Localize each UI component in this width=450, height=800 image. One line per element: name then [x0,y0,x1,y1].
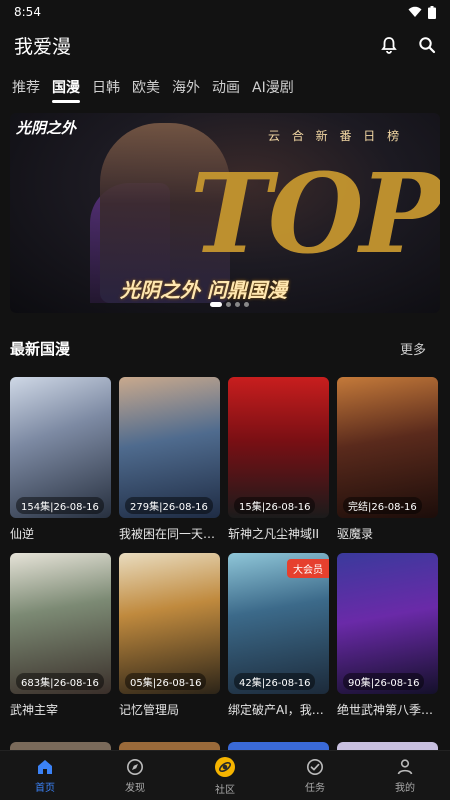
app-title: 我爱漫 [14,35,72,58]
nav-label: 发现 [125,782,145,794]
anime-card[interactable]: 154集|26-08-16 仙逆 [10,377,111,542]
episode-badge: 279集|26-08-16 [125,497,213,514]
nav-discover[interactable]: 发现 [105,758,165,794]
episode-badge: 15集|26-08-16 [234,497,316,514]
anime-card[interactable]: 05集|26-08-16 记忆管理局 [119,553,220,718]
anime-card[interactable]: 279集|26-08-16 我被困在同一天… [119,377,220,542]
nav-label: 任务 [305,782,325,794]
episode-badge: 683集|26-08-16 [16,673,104,690]
episode-badge: 05集|26-08-16 [125,673,207,690]
anime-grid: 154集|26-08-16 仙逆 279集|26-08-16 我被困在同一天… … [10,377,440,718]
nav-tasks[interactable]: 任务 [285,758,345,794]
card-title: 我被困在同一天… [119,527,216,541]
section-header: 最新国漫 更多 [10,338,440,359]
poster-image: 05集|26-08-16 [119,553,220,694]
poster-image: 15集|26-08-16 [228,377,329,518]
tab-guoman[interactable]: 国漫 [52,77,80,103]
poster-image: 90集|26-08-16 [337,553,438,694]
tab-japan-korea[interactable]: 日韩 [92,77,120,101]
anime-card[interactable]: 683集|26-08-16 武神主宰 [10,553,111,718]
status-bar: 8:54 [0,0,450,24]
poster-image: 完结|26-08-16 [337,377,438,518]
carousel-dot [244,302,249,307]
tab-overseas[interactable]: 海外 [172,77,200,101]
card-title: 绝世武神第八季… [337,703,434,717]
compass-icon [127,758,143,775]
banner-top1-text: TOP1 [190,149,440,278]
anime-card[interactable]: 90集|26-08-16 绝世武神第八季… [337,553,438,718]
tab-ai-drama[interactable]: AI漫剧 [252,77,294,101]
episode-badge: 完结|26-08-16 [343,497,422,514]
episode-badge: 154集|26-08-16 [16,497,104,514]
battery-icon [428,5,436,19]
banner-caption: 光阴之外 问鼎国漫 [120,278,287,302]
banner-rank-text: 云 合 新 番 日 榜 [268,129,404,143]
nav-community[interactable]: 社区 [195,756,255,796]
status-icons [408,5,436,19]
community-icon [215,756,235,777]
nav-label: 首页 [35,782,55,794]
section-title: 最新国漫 [10,340,71,358]
wifi-icon [408,6,422,17]
category-tabs: 推荐 国漫 日韩 欧美 海外 动画 AI漫剧 [0,74,450,104]
carousel-dot-active [210,302,222,307]
banner-carousel[interactable]: TOP1 光阴之外 云 合 新 番 日 榜 光阴之外 问鼎国漫 [10,113,440,313]
status-time: 8:54 [14,5,41,19]
home-icon [38,759,52,774]
carousel-dot [226,302,231,307]
card-title: 斩神之凡尘神域II [228,527,320,541]
task-check-icon [307,758,323,775]
carousel-dot [235,302,240,307]
nav-label: 我的 [395,782,415,794]
bottom-nav: 首页 发现 社区 任务 我的 [0,750,450,800]
carousel-indicator [210,302,249,307]
tab-western[interactable]: 欧美 [132,77,160,101]
anime-card[interactable]: 大会员 42集|26-08-16 绑定破产AI，我… [228,553,329,718]
episode-badge: 42集|26-08-16 [234,673,316,690]
poster-image: 154集|26-08-16 [10,377,111,518]
app-bar: 我爱漫 [0,24,450,66]
card-title: 武神主宰 [10,703,59,717]
more-link[interactable]: 更多 [400,339,440,358]
banner-corner-logo: 光阴之外 [16,119,77,137]
card-title: 记忆管理局 [119,703,180,717]
search-icon[interactable] [418,36,436,54]
nav-home[interactable]: 首页 [15,758,75,794]
tab-animation[interactable]: 动画 [212,77,240,101]
vip-tag: 大会员 [287,559,329,578]
card-title: 仙逆 [10,527,35,541]
tab-recommend[interactable]: 推荐 [12,77,40,101]
nav-profile[interactable]: 我的 [375,758,435,794]
poster-image: 279集|26-08-16 [119,377,220,518]
episode-badge: 90集|26-08-16 [343,673,425,690]
bell-icon[interactable] [380,36,398,54]
card-title: 绑定破产AI，我… [228,703,324,717]
anime-card[interactable]: 15集|26-08-16 斩神之凡尘神域II [228,377,329,542]
card-title: 驱魔录 [337,527,374,541]
anime-card[interactable]: 完结|26-08-16 驱魔录 [337,377,438,542]
user-icon [397,758,413,774]
app-actions [380,36,436,54]
nav-label: 社区 [215,784,235,796]
poster-image: 大会员 42集|26-08-16 [228,553,329,694]
poster-image: 683集|26-08-16 [10,553,111,694]
